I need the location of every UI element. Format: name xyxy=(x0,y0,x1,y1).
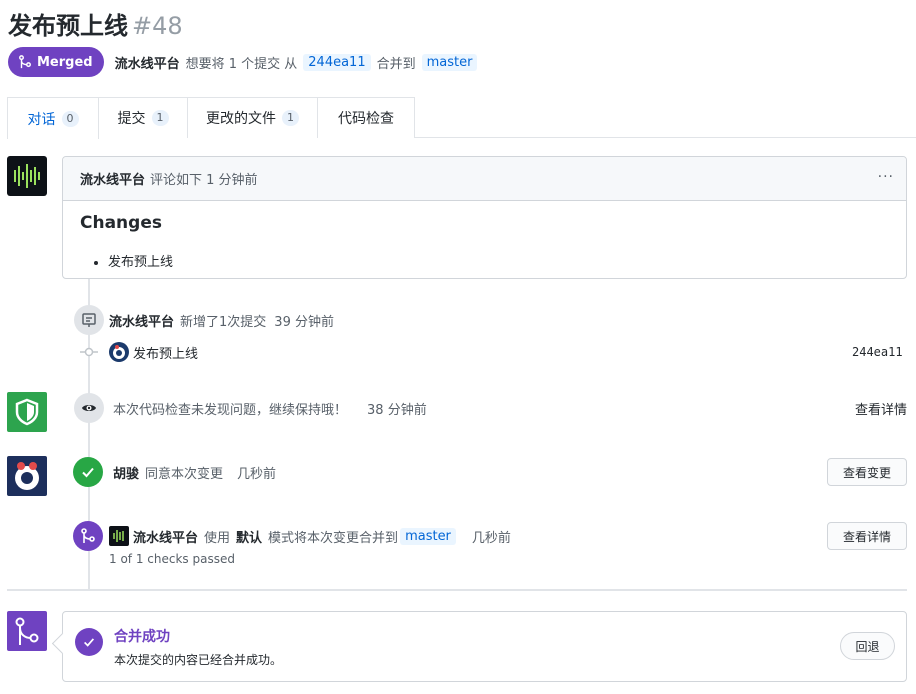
merged-status-label: Merged xyxy=(37,54,93,70)
merge-event-icon xyxy=(73,521,103,551)
tab-conversation[interactable]: 对话 0 xyxy=(7,97,99,139)
merged-status-badge: Merged xyxy=(8,47,104,77)
tab-files-label: 更改的文件 xyxy=(206,111,276,127)
comment-heading: Changes xyxy=(80,213,162,233)
pr-meta: Merged 流水线平台 想要将 1 个提交 从 244ea11 合并到 mas… xyxy=(8,47,483,77)
reviewer-avatar[interactable] xyxy=(7,456,47,496)
astronaut-avatar-icon xyxy=(15,462,39,490)
tab-code-review[interactable]: 代码检查 xyxy=(317,97,415,138)
code-check-avatar xyxy=(7,392,47,432)
check-icon xyxy=(84,638,95,647)
tab-commits[interactable]: 提交 1 xyxy=(98,97,188,138)
pipeline-logo-icon xyxy=(14,164,40,188)
tab-files-changed[interactable]: 更改的文件 1 xyxy=(187,97,318,138)
merge-event-time: 几秒前 xyxy=(471,531,511,546)
tab-files-count: 1 xyxy=(282,110,299,126)
merge-event-text: 流水线平台 使用 默认 模式将本次变更合并到 master 几秒前 xyxy=(133,527,511,546)
pr-author[interactable]: 流水线平台 xyxy=(115,53,180,72)
pr-title-text: 发布预上线 xyxy=(8,12,128,40)
pr-title: 发布预上线 #48 xyxy=(8,6,183,41)
check-icon xyxy=(82,467,94,478)
revert-button[interactable]: 回退 xyxy=(840,632,895,660)
pipeline-logo-icon xyxy=(113,530,124,542)
tab-commits-label: 提交 xyxy=(117,111,146,127)
merge-result-card: 合并成功 本次提交的内容已经合并成功。 回退 xyxy=(62,611,907,682)
review-event-message: 本次代码检查未发现问题，继续保持哦！ xyxy=(113,403,348,418)
comment-list-item: 发布预上线 xyxy=(108,251,889,270)
repo-push-icon xyxy=(82,313,96,327)
commit-event-time: 39 分钟前 xyxy=(274,315,334,330)
merge-icon xyxy=(15,617,39,645)
view-changes-button[interactable]: 查看变更 xyxy=(827,458,907,486)
merge-target-branch[interactable]: master xyxy=(400,528,456,545)
timeline-separator xyxy=(7,589,907,591)
review-event-icon xyxy=(74,393,104,423)
merge-mode: 默认 xyxy=(236,531,263,546)
commit-event-action: 新增了1次提交 xyxy=(180,315,267,330)
comment-body: Changes 发布预上线 xyxy=(63,201,906,282)
commit-event-icon xyxy=(74,305,104,335)
merge-event-author[interactable]: 流水线平台 xyxy=(133,527,198,546)
merge-icon xyxy=(81,528,95,543)
tab-code-review-label: 代码检查 xyxy=(338,111,394,127)
pr-number: #48 xyxy=(132,12,183,40)
approve-event-text: 胡骏 同意本次变更 几秒前 xyxy=(113,463,276,482)
pipeline-avatar[interactable] xyxy=(7,156,47,196)
astronaut-avatar-icon xyxy=(113,345,125,359)
approve-event-action: 同意本次变更 xyxy=(145,467,224,482)
source-branch[interactable]: 244ea11 xyxy=(303,53,371,71)
commit-message[interactable]: 发布预上线 xyxy=(133,343,198,362)
merge-into-text: 合并到 xyxy=(376,56,416,72)
merge-success-icon xyxy=(75,628,103,656)
comment-author[interactable]: 流水线平台 xyxy=(80,169,145,188)
commit-node-icon xyxy=(80,347,98,357)
review-event-time: 38 分钟前 xyxy=(367,403,427,418)
commit-author-avatar[interactable] xyxy=(109,342,129,362)
commit-sha[interactable]: 244ea11 xyxy=(852,345,903,359)
eye-icon xyxy=(82,405,96,411)
approve-event-author[interactable]: 胡骏 xyxy=(113,463,139,482)
merge-icon xyxy=(19,55,31,69)
merge-success-title: 合并成功 xyxy=(114,629,170,645)
comment-header: 流水线平台 评论如下 1 分钟前 xyxy=(63,157,906,201)
merge-details-button[interactable]: 查看详情 xyxy=(827,522,907,550)
comment-card: 流水线平台 评论如下 1 分钟前 ··· Changes 发布预上线 xyxy=(62,156,907,279)
merge-author-avatar[interactable] xyxy=(109,526,129,546)
target-branch[interactable]: master xyxy=(421,53,478,71)
approve-event-time: 几秒前 xyxy=(237,467,277,482)
comment-meta: 评论如下 1 分钟前 xyxy=(150,173,258,188)
approve-event-icon xyxy=(73,457,103,487)
shield-icon xyxy=(15,398,39,426)
merge-result-avatar xyxy=(7,611,47,651)
merge-event-use: 使用 xyxy=(204,531,231,546)
tab-conversation-label: 对话 xyxy=(27,111,56,128)
tab-commits-count: 1 xyxy=(151,110,169,126)
tab-conversation-count: 0 xyxy=(61,110,79,127)
pr-action-text: 想要将 1 个提交 从 xyxy=(185,56,298,72)
more-options-icon[interactable]: ··· xyxy=(878,169,894,185)
checks-status[interactable]: 1 of 1 checks passed xyxy=(109,552,235,566)
merge-success-desc: 本次提交的内容已经合并成功。 xyxy=(114,653,283,667)
comment-list: 发布预上线 xyxy=(80,251,889,270)
merge-event-action: 模式将本次变更合并到 xyxy=(268,531,399,546)
commit-event-author[interactable]: 流水线平台 xyxy=(109,311,174,330)
commit-event-text: 流水线平台 新增了1次提交 39 分钟前 xyxy=(109,311,334,330)
review-details-link[interactable]: 查看详情 xyxy=(855,399,907,418)
pr-tabs: 对话 0 提交 1 更改的文件 1 代码检查 xyxy=(7,97,916,139)
review-event-text: 本次代码检查未发现问题，继续保持哦！ 38 分钟前 xyxy=(113,399,427,418)
